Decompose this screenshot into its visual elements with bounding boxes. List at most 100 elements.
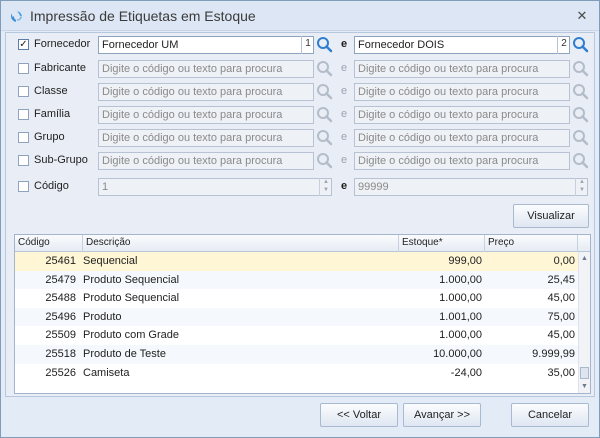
from-field-codigo[interactable]: 1 — [98, 178, 332, 196]
from-field-grupo[interactable]: Digite o código ou texto para procura — [98, 129, 314, 147]
label-fornecedor: Fornecedor — [34, 38, 91, 50]
cell-codigo: 25518 — [45, 347, 76, 360]
filter-row-codigo: Código 1 ▲ ▼ e 99999 ▲ ▼ — [6, 178, 596, 196]
grid-scrollbar[interactable]: ▲ ▼ — [578, 252, 590, 393]
from-field-classe[interactable]: Digite o código ou texto para procura — [98, 83, 314, 101]
search-icon[interactable] — [315, 82, 334, 101]
scroll-up-icon[interactable]: ▲ — [579, 253, 590, 264]
checkbox-fabricante[interactable] — [18, 63, 29, 74]
cell-estoque: 1.000,00 — [439, 329, 482, 342]
filter-row-familia: Família Digite o código ou texto para pro… — [6, 106, 596, 124]
table-row[interactable]: 25526 Camiseta -24,00 35,00 — [15, 364, 578, 383]
cancelar-label: Cancelar — [527, 409, 573, 421]
table-row[interactable]: 25509 Produto com Grade 1.000,00 45,00 — [15, 326, 578, 345]
search-icon[interactable] — [315, 59, 334, 78]
from-field-sub-grupo[interactable]: Digite o código ou texto para procura — [98, 152, 314, 170]
cell-preco: 0,00 — [553, 255, 575, 267]
cell-codigo: 25488 — [45, 292, 76, 305]
search-icon[interactable] — [571, 35, 590, 54]
avancar-button[interactable]: Avançar >> — [403, 403, 481, 427]
cell-descricao: Produto Sequencial — [83, 273, 180, 286]
visualizar-button[interactable]: Visualizar — [513, 204, 589, 228]
search-icon[interactable] — [571, 128, 590, 147]
column-header-estoque[interactable]: Estoque* — [399, 235, 485, 252]
column-header-codigo[interactable]: Código — [15, 235, 83, 252]
table-row[interactable]: 25488 Produto Sequencial 1.000,00 45,00 — [15, 289, 578, 308]
label-classe: Classe — [34, 85, 68, 97]
search-icon[interactable] — [315, 128, 334, 147]
table-row[interactable]: 25461 Sequencial 999,00 0,00 — [15, 252, 578, 271]
avancar-label: Avançar >> — [413, 409, 471, 421]
cell-codigo: 25496 — [45, 310, 76, 323]
cell-preco: 25,45 — [547, 273, 575, 286]
range-separator: e — [341, 38, 348, 50]
search-icon[interactable] — [315, 151, 334, 170]
title-bar[interactable]: Impressão de Etiquetas em Estoque ✕ — [1, 1, 599, 31]
cell-descricao: Produto de Teste — [83, 347, 166, 360]
search-icon[interactable] — [315, 105, 334, 124]
cell-descricao: Produto Sequencial — [83, 292, 180, 305]
scroll-down-icon[interactable]: ▼ — [579, 381, 590, 392]
to-field-fabricante[interactable]: Digite o código ou texto para procura — [354, 60, 570, 78]
cell-preco: 45,00 — [547, 292, 575, 305]
grid-header: Código Descrição Estoque* Preço — [15, 235, 590, 252]
range-separator: e — [341, 154, 348, 166]
cell-estoque: 1.001,00 — [439, 310, 482, 323]
column-header-preco[interactable]: Preço — [485, 235, 578, 252]
cell-descricao: Produto — [83, 310, 122, 323]
to-spinner-codigo[interactable]: ▲ ▼ — [575, 178, 588, 196]
voltar-button[interactable]: << Voltar — [320, 403, 398, 427]
checkbox-sub-grupo[interactable] — [18, 155, 29, 166]
cell-estoque: 10.000,00 — [433, 347, 482, 360]
label-sub-grupo: Sub-Grupo — [34, 154, 88, 166]
to-field-familia[interactable]: Digite o código ou texto para procura — [354, 106, 570, 124]
table-row[interactable]: 25496 Produto 1.001,00 75,00 — [15, 307, 578, 327]
search-icon[interactable] — [571, 151, 590, 170]
to-field-grupo[interactable]: Digite o código ou texto para procura — [354, 129, 570, 147]
cell-estoque: 999,00 — [448, 255, 482, 267]
cell-preco: 45,00 — [547, 329, 575, 342]
filter-row-fornecedor: ✓ Fornecedor Fornecedor UM 1 e Fornecedor DOI… — [6, 36, 596, 54]
to-field-codigo[interactable]: 99999 — [354, 178, 588, 196]
to-field-classe[interactable]: Digite o código ou texto para procura — [354, 83, 570, 101]
table-row[interactable]: 25518 Produto de Teste 10.000,00 9.999,99 — [15, 344, 578, 364]
from-field-fornecedor[interactable]: Fornecedor UM — [98, 36, 314, 54]
search-icon[interactable] — [571, 105, 590, 124]
range-separator: e — [341, 85, 348, 97]
from-spinner-codigo[interactable]: ▲ ▼ — [319, 178, 332, 196]
checkbox-fornecedor[interactable]: ✓ — [18, 39, 29, 50]
range-separator: e — [341, 108, 348, 120]
search-icon[interactable] — [315, 35, 334, 54]
recycle-icon — [10, 9, 22, 22]
checkbox-familia[interactable] — [18, 109, 29, 120]
visualizar-label: Visualizar — [527, 210, 575, 222]
cell-codigo: 25509 — [45, 329, 76, 342]
cell-preco: 35,00 — [547, 366, 575, 379]
dialog-window: Impressão de Etiquetas em Estoque ✕ ✓ For… — [0, 0, 600, 438]
voltar-label: << Voltar — [336, 409, 382, 421]
label-familia: Família — [34, 108, 71, 120]
table-row[interactable]: 25479 Produto Sequencial 1.000,00 25,45 — [15, 270, 578, 290]
product-grid[interactable]: Código Descrição Estoque* Preço 25461 Seq… — [14, 234, 591, 394]
cancelar-button[interactable]: Cancelar — [511, 403, 589, 427]
filter-row-sub-grupo: Sub-Grupo Digite o código ou texto para p… — [6, 152, 596, 170]
range-separator: e — [341, 131, 348, 143]
cell-preco: 9.999,99 — [532, 347, 575, 360]
search-icon[interactable] — [571, 59, 590, 78]
checkbox-grupo[interactable] — [18, 132, 29, 143]
to-field-sub-grupo[interactable]: Digite o código ou texto para procura — [354, 152, 570, 170]
from-field-familia[interactable]: Digite o código ou texto para procura — [98, 106, 314, 124]
search-icon[interactable] — [571, 82, 590, 101]
checkbox-classe[interactable] — [18, 86, 29, 97]
cell-estoque: -24,00 — [450, 366, 482, 379]
checkbox-codigo[interactable] — [18, 181, 29, 192]
column-header-descricao[interactable]: Descrição — [83, 235, 399, 252]
cell-descricao: Sequencial — [83, 255, 138, 267]
scroll-thumb[interactable] — [580, 367, 589, 379]
from-field-fabricante[interactable]: Digite o código ou texto para procura — [98, 60, 314, 78]
label-grupo: Grupo — [34, 131, 65, 143]
close-icon[interactable]: ✕ — [575, 9, 589, 23]
filter-row-fabricante: Fabricante Digite o código ou texto para … — [6, 60, 596, 78]
cell-estoque: 1.000,00 — [439, 292, 482, 305]
to-field-fornecedor[interactable]: Fornecedor DOIS — [354, 36, 570, 54]
